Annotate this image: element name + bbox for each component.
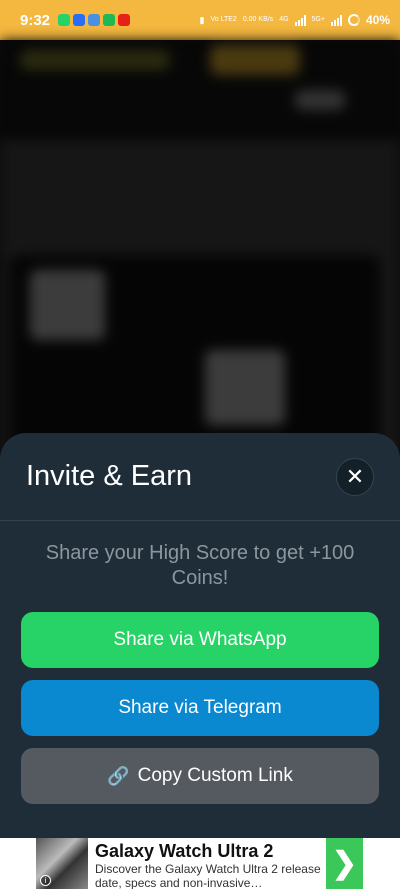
share-whatsapp-button[interactable]: Share via WhatsApp (21, 612, 379, 668)
ad-banner[interactable]: i Galaxy Watch Ultra 2 Discover the Gala… (0, 838, 400, 889)
share-telegram-button[interactable]: Share via Telegram (21, 680, 379, 736)
signal-bars-icon (294, 14, 306, 26)
signal-bars-2-icon (330, 14, 342, 26)
share-whatsapp-label: Share via WhatsApp (113, 629, 287, 650)
battery-level: 40% (365, 13, 390, 27)
youtube-notification-icon (118, 14, 131, 26)
ad-arrow-button[interactable]: ❯ (326, 838, 363, 889)
blurred-label (295, 90, 345, 110)
close-icon: ✕ (345, 464, 365, 489)
vibrate-icon: ▮ (199, 14, 205, 25)
ad-text[interactable]: Galaxy Watch Ultra 2 Discover the Galaxy… (95, 840, 323, 889)
promo-text: Share your High Score to get +100 Coins! (45, 542, 355, 589)
copy-link-label: Copy Custom Link (137, 765, 293, 786)
whatsapp-notification-icon (58, 14, 71, 26)
blurred-tile (30, 270, 105, 340)
blurred-title (20, 50, 170, 70)
status-indicators: ▮ Vo LTE2 0.00 KB/s 4G 5G+ 40% (200, 13, 390, 27)
files-notification-icon (88, 14, 101, 26)
close-button[interactable]: ✕ (336, 458, 374, 496)
invite-earn-sheet: Invite & Earn ✕ Share your High Score to… (0, 433, 400, 838)
status-bar: 9:32 ▮ Vo LTE2 0.00 KB/s 4G 5G+ 40% (0, 0, 400, 40)
blurred-coin-badge (210, 45, 300, 75)
chevron-right-icon: ❯ (331, 847, 358, 880)
ad-title[interactable]: Galaxy Watch Ultra 2 (95, 840, 323, 862)
copy-link-button[interactable]: 🔗 Copy Custom Link (21, 748, 379, 804)
status-time: 9:32 (20, 11, 51, 29)
link-icon: 🔗 (107, 765, 130, 786)
ad-info-icon[interactable]: i (40, 875, 51, 886)
share-telegram-label: Share via Telegram (118, 697, 282, 718)
screen: 9:32 ▮ Vo LTE2 0.00 KB/s 4G 5G+ 40% Invi… (0, 0, 400, 889)
blurred-tile (205, 350, 285, 425)
sheet-title: Invite & Earn (26, 460, 193, 492)
ad-description: Discover the Galaxy Watch Ultra 2 releas… (95, 862, 321, 889)
blurred-game-background (0, 40, 400, 475)
volte-label: Vo LTE2 (210, 16, 237, 23)
notification-icons (58, 14, 131, 26)
5g-label: 5G+ (311, 16, 325, 23)
sheet-header: Invite & Earn ✕ (0, 433, 400, 521)
spotify-notification-icon (103, 14, 116, 26)
4g-label: 4G (279, 16, 289, 23)
messages-notification-icon (73, 14, 86, 26)
battery-icon (347, 14, 360, 26)
network-speed-label: 0.00 KB/s (242, 16, 274, 23)
